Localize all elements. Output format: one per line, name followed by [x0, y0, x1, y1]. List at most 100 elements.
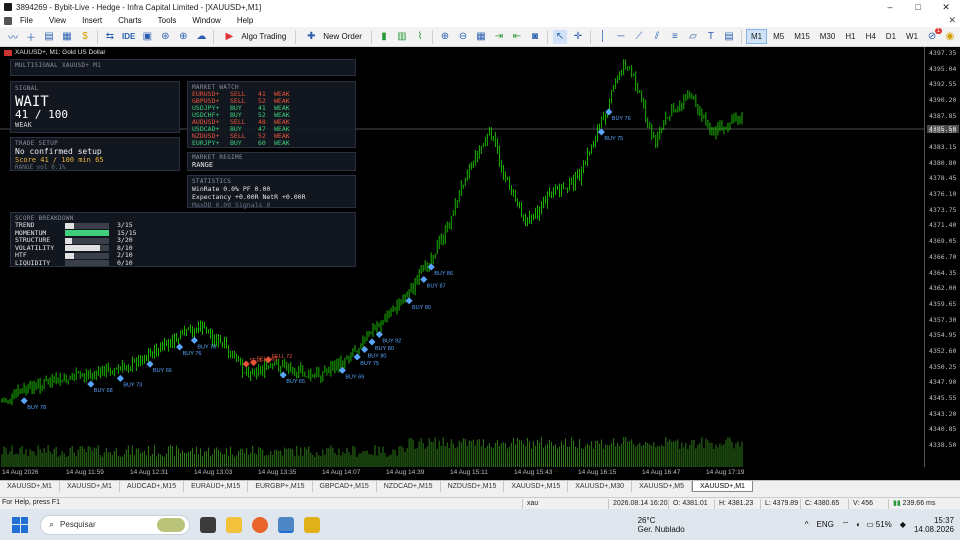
buy-signal-marker [605, 108, 613, 116]
cloud-icon[interactable]: ☁ [194, 30, 208, 44]
price-tick-label: 4395.04 [929, 64, 957, 73]
tf-w1[interactable]: W1 [902, 30, 922, 43]
menu-window[interactable]: Window [184, 16, 228, 25]
taskbar-search[interactable]: ⌕ Pesquisar [40, 514, 190, 535]
tf-m30[interactable]: M30 [816, 30, 840, 43]
vertical-line-icon[interactable]: │ [596, 30, 610, 44]
bars-icon[interactable]: ▥ [395, 30, 409, 44]
channel-icon[interactable]: ⫽ [650, 30, 664, 44]
community-icon[interactable]: ◉ [943, 30, 957, 44]
status-datetime: 2026.08.14 16:20 [608, 499, 668, 509]
chart-menu-icon[interactable] [4, 16, 12, 25]
file-explorer-icon[interactable] [226, 516, 242, 533]
tf-h1[interactable]: H1 [841, 30, 859, 43]
language-indicator[interactable]: ENG [817, 520, 834, 529]
status-ping[interactable]: ▮▮ 239.66 ms [888, 499, 960, 509]
new-order-icon: ✚ [307, 31, 316, 42]
auto-scroll-icon[interactable]: ⇥ [492, 30, 506, 44]
chart-tabs: XAUUSD+,M1 XAUUSD+,M1 AUDCAD+,M15 EURAUD+,M… [0, 480, 960, 492]
time-tick-label: 14 Aug 13:03 [194, 469, 233, 476]
menu-tools[interactable]: Tools [150, 16, 185, 25]
zoom-in-icon[interactable]: ⊕ [438, 30, 452, 44]
price-tick-label: 4378.45 [929, 174, 957, 183]
crosshair-icon[interactable]: ✛ [571, 30, 585, 44]
time-axis[interactable]: 14 Aug 2026 14 Aug 11:59 14 Aug 12:31 14 Au… [0, 467, 960, 480]
menu-charts[interactable]: Charts [110, 16, 150, 25]
status-open: O: 4381.01 [668, 499, 714, 509]
menu-view[interactable]: View [41, 16, 74, 25]
chart-tab[interactable]: AUDCAD+,M15 [120, 480, 185, 492]
tf-m15[interactable]: M15 [790, 30, 814, 43]
price-tick-label: 4343.20 [929, 409, 957, 418]
market-icon[interactable]: $ [78, 30, 92, 44]
chart-type-icon[interactable]: 〰 [6, 30, 20, 44]
notifications-icon[interactable]: ⊘ 1 [925, 27, 943, 44]
toolbar-separator [431, 29, 433, 44]
menu-file[interactable]: File [12, 16, 41, 25]
chart-tab[interactable]: NZDUSD+,M15 [441, 480, 505, 492]
metatrader-icon[interactable] [278, 516, 294, 533]
tray-chevron-icon[interactable]: ^ [805, 520, 809, 529]
strategy-tester-icon[interactable]: ▣ [140, 30, 154, 44]
firefox-icon[interactable] [252, 516, 268, 533]
time-tick-label: 14 Aug 16:15 [578, 469, 617, 476]
navigator-icon[interactable]: ⇆ [103, 30, 117, 44]
text-icon[interactable]: T [704, 30, 718, 44]
task-view-icon[interactable] [200, 516, 216, 533]
tf-h4[interactable]: H4 [862, 30, 880, 43]
profiles-icon[interactable]: ▤ [42, 30, 56, 44]
close-chart-icon[interactable]: ✕ [948, 15, 956, 26]
horizontal-line-icon[interactable]: ─ [614, 30, 628, 44]
chart-tab[interactable]: XAUUSD+,M30 [568, 480, 633, 492]
tf-m5[interactable]: M5 [769, 30, 788, 43]
weather-widget[interactable]: 26°C Ger. Nublado [638, 516, 685, 534]
chart-tab[interactable]: XAUUSD+,M1 [0, 480, 60, 492]
ide-button[interactable]: IDE [122, 32, 135, 41]
app-icon-yellow[interactable] [304, 516, 320, 533]
shapes-icon[interactable]: ▱ [686, 30, 700, 44]
chart-tab[interactable]: XAUUSD+,M1 [692, 480, 753, 492]
tf-d1[interactable]: D1 [882, 30, 900, 43]
zoom-out-icon[interactable]: ⊖ [456, 30, 470, 44]
trendline-icon[interactable]: ⟋ [632, 30, 646, 44]
minimize-button[interactable]: – [876, 0, 904, 14]
grid-icon[interactable]: ▦ [474, 30, 488, 44]
chart-tab[interactable]: EURAUD+,M15 [184, 480, 249, 492]
chart-tab[interactable]: XAUUSD+,M5 [632, 480, 692, 492]
line-chart-icon[interactable]: ⌇ [413, 30, 427, 44]
chart-tab[interactable]: XAUUSD+,M1 [60, 480, 120, 492]
signals-icon[interactable]: ⊛ [158, 30, 172, 44]
chart-tab[interactable]: EURGBP+,M15 [248, 480, 313, 492]
vps-icon[interactable]: ⊕ [176, 30, 190, 44]
menu-insert[interactable]: Insert [74, 16, 110, 25]
maximize-button[interactable]: □ [904, 0, 932, 14]
chart-shift-icon[interactable]: ⇤ [510, 30, 524, 44]
clock[interactable]: 15:37 14.08.2026 [914, 516, 954, 534]
chart-tab[interactable]: GBPCAD+,M15 [313, 480, 377, 492]
shield-icon[interactable]: ◆ [900, 520, 906, 529]
status-profile[interactable]: xau [522, 499, 608, 509]
close-button[interactable]: ✕ [932, 0, 960, 14]
wifi-icon[interactable]: ⌔ [842, 520, 850, 530]
market-watch-icon[interactable]: ▦ [60, 30, 74, 44]
fibonacci-icon[interactable]: ≡ [668, 30, 682, 44]
new-chart-icon[interactable]: ＋ [24, 30, 38, 44]
tf-m1[interactable]: M1 [745, 29, 768, 44]
toolbar: 〰 ＋ ▤ ▦ $ ⇆ IDE ▣ ⊛ ⊕ ☁ ▶ Algo Trading ✚ N… [0, 27, 960, 47]
new-order-button[interactable]: ✚ New Order [299, 29, 368, 45]
screenshot-icon[interactable]: ◙ [528, 30, 542, 44]
algo-trading-button[interactable]: ▶ Algo Trading [217, 29, 292, 45]
price-tick-label: 4354.95 [929, 331, 957, 340]
objects-dropdown-icon[interactable]: ▤ [722, 30, 736, 44]
battery-icon[interactable]: ▭ [866, 520, 874, 529]
price-axis[interactable]: 4385.50 4397.35 4395.04 4392.55 4390.20 4387… [924, 47, 960, 467]
chart-tab[interactable]: XAUUSD+,M15 [504, 480, 569, 492]
start-icon[interactable] [12, 516, 28, 533]
buy-icon[interactable]: ▮ [377, 30, 391, 44]
price-tick-label: 4373.75 [929, 205, 957, 214]
chart-tab[interactable]: NZDCAD+,M15 [377, 480, 441, 492]
menu-help[interactable]: Help [229, 16, 261, 25]
cursor-icon[interactable]: ↖ [552, 29, 567, 44]
volume-icon[interactable]: ◖ [855, 520, 860, 529]
multisignal-header-panel: MULTISIGNAL XAUUSD+ M1 [10, 59, 356, 76]
